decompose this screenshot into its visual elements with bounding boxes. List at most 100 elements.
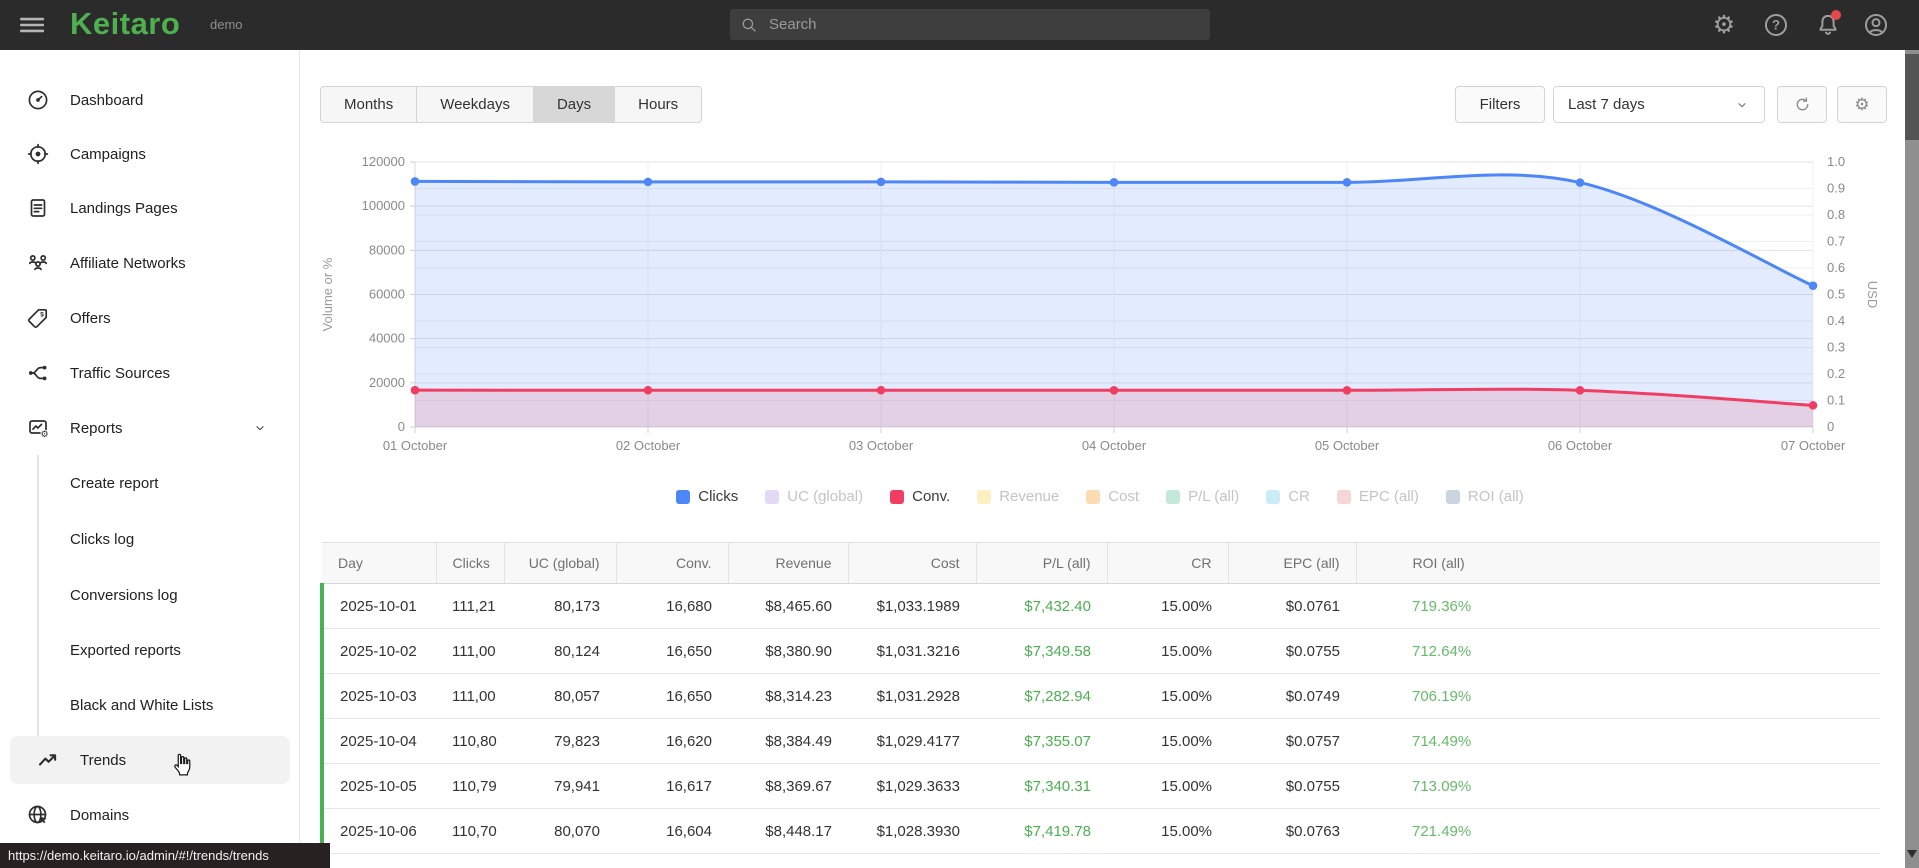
sidebar-item-clicks-log[interactable]: Clicks log xyxy=(0,517,300,561)
tab-months[interactable]: Months xyxy=(321,87,416,122)
gear-button[interactable]: ⚙ xyxy=(1710,11,1738,39)
legend-item-cost[interactable]: Cost xyxy=(1086,488,1139,505)
table-row[interactable]: 2025-10-03 111,00 80,057 16,650 $8,314.23 $1,… xyxy=(320,673,1880,719)
cell-cost: $1,033.1989 xyxy=(848,583,976,629)
bell-icon xyxy=(1814,14,1842,43)
legend-label: Conv. xyxy=(912,488,951,505)
cell-cr: 15.00% xyxy=(1107,628,1228,674)
scrollbar-thumb[interactable] xyxy=(1905,54,1919,140)
cell-p-l-all: $3,365.13 xyxy=(976,853,1107,868)
sidebar-item-dashboard[interactable]: Dashboard xyxy=(0,78,300,122)
filters-button[interactable]: Filters xyxy=(1455,86,1545,123)
trends-table: Day Clicks UC (global) Conv. Revenue Cost P/L … xyxy=(320,542,1880,868)
table-row[interactable]: 2025-10-06 110,70 80,070 16,604 $8,448.17 $1,… xyxy=(320,808,1880,854)
legend-item-uc-global[interactable]: UC (global) xyxy=(765,488,863,505)
svg-text:04 October: 04 October xyxy=(1082,438,1147,453)
cell-revenue: $8,448.17 xyxy=(728,808,848,854)
svg-text:02 October: 02 October xyxy=(616,438,681,453)
legend-swatch xyxy=(1166,489,1181,504)
sidebar-item-trends[interactable]: Trends xyxy=(10,736,290,784)
cell-conv: 16,604 xyxy=(616,808,728,854)
cell-roi-all: 713.09% xyxy=(1356,763,1880,809)
svg-text:0.2: 0.2 xyxy=(1827,366,1845,381)
sidebar-item-traffic-sources[interactable]: Traffic Sources xyxy=(0,351,300,395)
column-header-revenue[interactable]: Revenue xyxy=(728,542,849,584)
traffic-sources-icon xyxy=(26,361,50,385)
svg-text:06 October: 06 October xyxy=(1548,438,1613,453)
column-header-day[interactable]: Day xyxy=(322,542,437,584)
svg-text:80000: 80000 xyxy=(369,242,405,257)
gear-icon: ⚙ xyxy=(1712,11,1736,39)
sidebar-item-affiliate-networks[interactable]: Affiliate Networks xyxy=(0,241,300,285)
sidebar: Dashboard Campaigns Landings Pages Affiliat… xyxy=(0,50,300,868)
sidebar-item-reports[interactable]: ⚙ Reports xyxy=(0,406,300,450)
cell-conv: 6,660 xyxy=(616,853,728,868)
tab-days[interactable]: Days xyxy=(532,87,615,122)
legend-item-p-l-all[interactable]: P/L (all) xyxy=(1166,488,1239,505)
tab-weekdays[interactable]: Weekdays xyxy=(416,87,533,122)
top-bar: Keitaro demo ⚙? xyxy=(0,0,1919,50)
sidebar-item-label: Clicks log xyxy=(70,530,135,548)
svg-text:60000: 60000 xyxy=(369,287,405,302)
notification-badge xyxy=(1831,10,1841,20)
sidebar-item-label: Dashboard xyxy=(70,91,144,109)
sidebar-item-landings-pages[interactable]: Landings Pages xyxy=(0,186,300,230)
cell-conv: 16,620 xyxy=(616,718,728,764)
legend-item-cr[interactable]: CR xyxy=(1266,488,1310,505)
sidebar-item-offers[interactable]: $ Offers xyxy=(0,296,300,340)
column-header-clicks[interactable]: Clicks xyxy=(436,542,505,584)
refresh-button[interactable] xyxy=(1777,86,1827,123)
legend-item-revenue[interactable]: Revenue xyxy=(977,488,1059,505)
svg-text:20000: 20000 xyxy=(369,375,405,390)
legend-item-roi-all[interactable]: ROI (all) xyxy=(1445,488,1524,505)
column-header-uc-global[interactable]: UC (global) xyxy=(504,542,617,584)
sidebar-item-exported-reports[interactable]: Exported reports xyxy=(0,628,300,672)
sidebar-item-conversions-log[interactable]: Conversions log xyxy=(0,573,300,617)
column-header-p-l-all[interactable]: P/L (all) xyxy=(976,542,1108,584)
column-header-roi-all[interactable]: ROI (all) xyxy=(1356,542,1880,584)
table-row[interactable]: 2025-10-05 110,79 79,941 16,617 $8,369.67 $1,… xyxy=(320,763,1880,809)
cell-epc-all: $0.0761 xyxy=(1228,583,1356,629)
column-header-cost[interactable]: Cost xyxy=(848,542,977,584)
sidebar-item-create-report[interactable]: Create report xyxy=(0,461,300,505)
cell-uc-global: 80,070 xyxy=(504,808,616,854)
chart-settings-button[interactable]: ⚙ xyxy=(1837,86,1887,123)
domains-icon xyxy=(26,803,50,827)
sidebar-item-campaigns[interactable]: Campaigns xyxy=(0,132,300,176)
column-header-conv[interactable]: Conv. xyxy=(616,542,729,584)
legend-item-conv[interactable]: Conv. xyxy=(890,488,950,505)
svg-text:05 October: 05 October xyxy=(1315,438,1380,453)
help-button[interactable]: ? xyxy=(1762,11,1790,39)
bell-button[interactable] xyxy=(1814,10,1842,39)
legend-item-epc-all[interactable]: EPC (all) xyxy=(1336,488,1419,505)
scrollbar-down-arrow[interactable] xyxy=(1907,850,1917,858)
cell-roi-all: 714.49% xyxy=(1356,718,1880,764)
menu-icon[interactable] xyxy=(16,12,45,38)
cell-day: 2025-10-07 xyxy=(320,853,436,868)
legend-swatch xyxy=(1086,489,1101,504)
date-range-select[interactable]: Last 7 days xyxy=(1553,86,1765,123)
chevron-down-icon xyxy=(1734,97,1750,113)
search-input[interactable] xyxy=(767,15,1200,34)
column-header-epc-all[interactable]: EPC (all) xyxy=(1228,542,1357,584)
svg-text:0.4: 0.4 xyxy=(1827,313,1845,328)
column-header-cr[interactable]: CR xyxy=(1107,542,1229,584)
cell-uc-global: 80,124 xyxy=(504,628,616,674)
svg-text:0.8: 0.8 xyxy=(1827,207,1845,222)
legend-item-clicks[interactable]: Clicks xyxy=(676,488,738,505)
sidebar-item-domains[interactable]: Domains xyxy=(0,793,300,837)
cell-clicks: 110,70 xyxy=(436,808,504,854)
search-bar[interactable] xyxy=(730,9,1210,40)
sidebar-item-label: Black and White Lists xyxy=(70,696,214,714)
user-button[interactable] xyxy=(1862,11,1890,39)
table-row[interactable]: 2025-10-02 111,00 80,124 16,650 $8,380.90 $1,… xyxy=(320,628,1880,674)
sidebar-item-label: Reports xyxy=(70,419,123,437)
table-row[interactable]: 2025-10-01 111,21 80,173 16,680 $8,465.60 $1,… xyxy=(320,583,1880,629)
sidebar-item-black-and-white-lists[interactable]: Black and White Lists xyxy=(0,683,300,727)
cell-cr: 15.00% xyxy=(1107,583,1228,629)
legend-swatch xyxy=(890,489,905,504)
table-row[interactable]: 2025-10-04 110,80 79,823 16,620 $8,384.49 $1,… xyxy=(320,718,1880,764)
app-logo[interactable]: Keitaro xyxy=(70,6,180,42)
tab-hours[interactable]: Hours xyxy=(614,87,701,122)
table-row[interactable]: 2025-10-0744,4044,4776,660$4,093.04$727.… xyxy=(320,853,1880,868)
